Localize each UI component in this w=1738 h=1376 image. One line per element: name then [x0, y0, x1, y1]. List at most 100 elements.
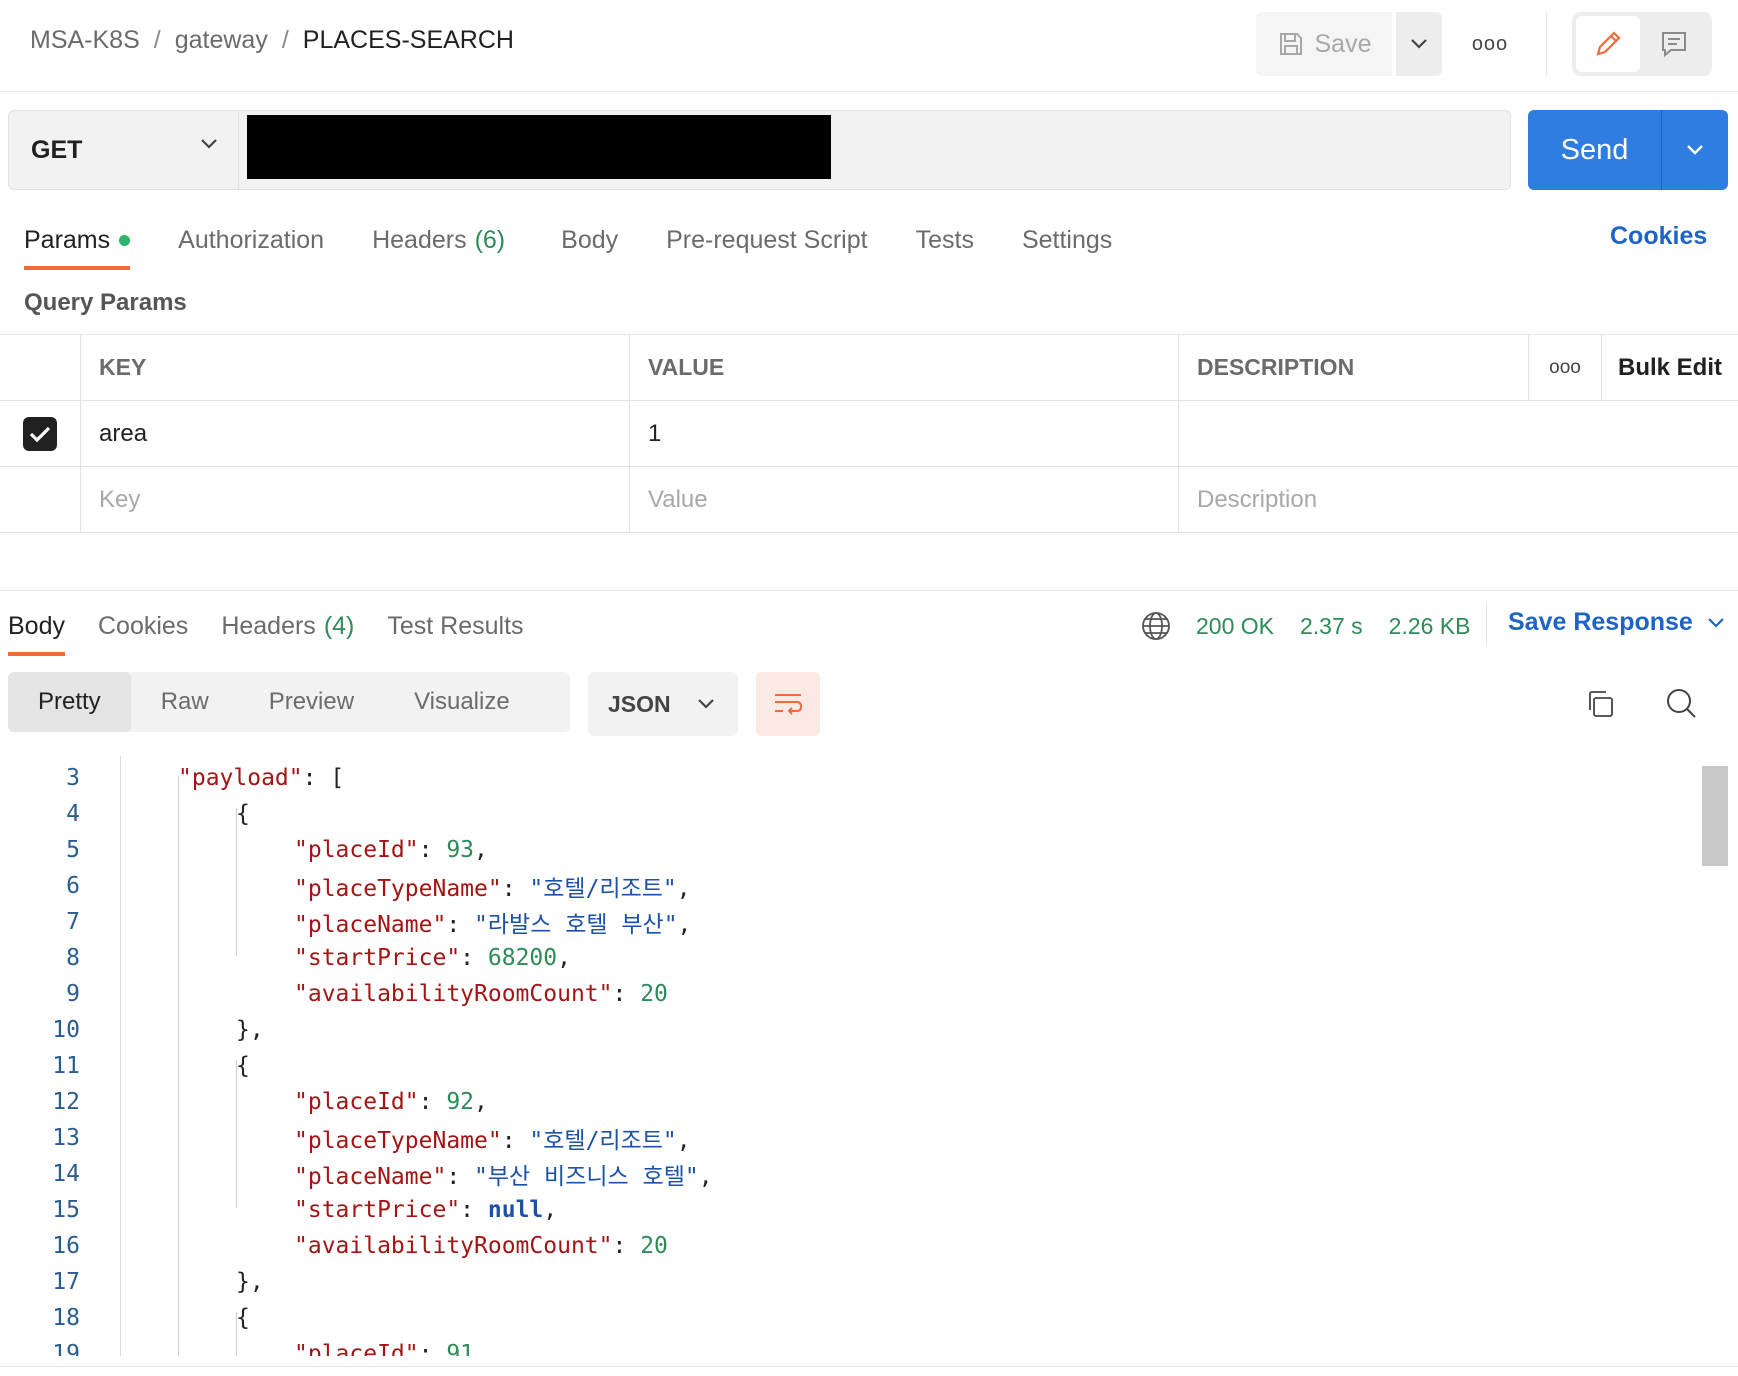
method-label: GET	[31, 135, 83, 164]
code-token: :	[418, 1341, 447, 1356]
code-line: 3 "payload": [	[0, 760, 1700, 796]
tab-label: Cookies	[97, 611, 189, 640]
response-size[interactable]: 2.26 KB	[1389, 613, 1471, 640]
code-token: :	[501, 1128, 530, 1154]
active-indicator-dot	[119, 234, 131, 246]
tab-prerequest-script[interactable]: Pre-request Script	[666, 222, 867, 258]
tab-params[interactable]: Params	[24, 222, 131, 270]
line-number: 3	[66, 765, 80, 791]
code-line: 9 "availabilityRoomCount": 20	[0, 976, 1700, 1012]
code-text: "placeName": "라발스 호텔 부산",	[294, 905, 691, 939]
tab-body[interactable]: Body	[561, 222, 618, 258]
new-key-field[interactable]: Key	[81, 467, 630, 532]
save-group: Save	[1256, 12, 1442, 76]
save-label: Save	[1314, 29, 1372, 58]
tab-label: Pre-request Script	[666, 225, 868, 254]
bulk-edit-button[interactable]: Bulk Edit	[1602, 335, 1738, 400]
tab-label: Headers	[372, 225, 467, 254]
code-line: 11 {	[0, 1048, 1700, 1084]
response-tabs: Body Cookies Headers (4) Test Results	[8, 608, 557, 656]
tab-tests[interactable]: Tests	[916, 222, 974, 258]
code-token: :	[501, 876, 530, 902]
response-body-editor[interactable]: 3 "payload": [4{5 "placeId": 93, 6 "placeTyp…	[0, 756, 1700, 1356]
code-token: "호텔/리조트"	[529, 876, 677, 902]
code-token: },	[236, 1269, 264, 1295]
code-token: : [	[302, 765, 345, 791]
breadcrumb-folder[interactable]: gateway	[175, 26, 268, 55]
code-token: 20	[640, 981, 668, 1007]
new-description-field[interactable]: Description	[1179, 467, 1738, 532]
code-line: 7 "placeName": "라발스 호텔 부산",	[0, 904, 1700, 940]
response-time[interactable]: 2.37 s	[1300, 613, 1363, 640]
code-line: 19 "placeId": 91	[0, 1336, 1700, 1356]
code-text: "placeId": 92,	[294, 1089, 488, 1115]
send-button[interactable]: Send	[1528, 110, 1662, 190]
param-enabled-checkbox[interactable]	[23, 416, 57, 451]
code-token: "라발스 호텔 부산"	[474, 912, 678, 938]
line-number: 17	[52, 1269, 80, 1295]
save-button[interactable]: Save	[1256, 12, 1392, 76]
search-icon[interactable]	[1664, 686, 1698, 720]
save-response-button[interactable]: Save Response	[1508, 608, 1725, 637]
breadcrumb-collection[interactable]: MSA-K8S	[30, 26, 140, 55]
comments-button[interactable]	[1640, 16, 1708, 72]
send-options-button[interactable]	[1662, 110, 1728, 190]
url-input[interactable]	[247, 115, 831, 179]
response-tab-body[interactable]: Body	[8, 608, 65, 656]
code-token: ,	[557, 945, 571, 971]
view-mode-preview[interactable]: Preview	[239, 672, 384, 732]
response-status[interactable]: 200 OK	[1196, 613, 1274, 640]
code-line: 15 "startPrice": null,	[0, 1192, 1700, 1228]
column-options-button[interactable]: ooo	[1529, 335, 1602, 400]
code-text: },	[236, 1017, 264, 1043]
code-token: "payload"	[178, 765, 303, 791]
params-table: KEY VALUE DESCRIPTION ooo Bulk Edit area…	[0, 334, 1738, 533]
line-number: 12	[52, 1089, 80, 1115]
view-mode-visualize[interactable]: Visualize	[384, 672, 540, 732]
code-token: "placeId"	[294, 1341, 419, 1356]
chevron-down-icon	[1411, 39, 1427, 49]
chevron-down-icon	[697, 699, 714, 709]
globe-icon[interactable]	[1140, 610, 1172, 642]
code-token: ,	[677, 912, 692, 938]
value-column-header: VALUE	[630, 335, 1179, 400]
language-select[interactable]: JSON	[588, 672, 738, 736]
response-tab-headers[interactable]: Headers (4)	[221, 608, 354, 644]
cookies-link[interactable]: Cookies	[1610, 222, 1707, 251]
breadcrumb-separator: /	[281, 26, 289, 54]
tab-label: Settings	[1021, 225, 1113, 254]
mode-toggle	[1572, 12, 1712, 76]
edit-mode-button[interactable]	[1576, 16, 1640, 72]
tab-authorization[interactable]: Authorization	[178, 222, 324, 258]
line-number: 9	[66, 981, 80, 1007]
code-text: "startPrice": null,	[294, 1197, 557, 1223]
key-column-header: KEY	[81, 335, 630, 400]
method-select[interactable]: GET	[9, 111, 239, 189]
breadcrumb-separator: /	[153, 26, 161, 54]
table-row-new: Key Value Description	[0, 467, 1738, 533]
editor-scrollbar[interactable]	[1700, 756, 1728, 1356]
code-token: {	[236, 801, 250, 827]
tab-headers[interactable]: Headers (6)	[372, 222, 505, 258]
response-tab-cookies[interactable]: Cookies	[98, 608, 188, 644]
code-text: "placeId": 93,	[294, 837, 488, 863]
wrap-lines-button[interactable]	[756, 672, 820, 736]
copy-icon[interactable]	[1584, 688, 1616, 720]
code-line: 17},	[0, 1264, 1700, 1300]
scrollbar-thumb[interactable]	[1702, 766, 1728, 866]
view-mode-pretty[interactable]: Pretty	[8, 672, 131, 732]
param-value-field[interactable]: 1	[630, 401, 1179, 466]
param-description-field[interactable]	[1179, 401, 1738, 466]
save-options-button[interactable]	[1396, 12, 1442, 76]
view-mode-raw[interactable]: Raw	[131, 672, 239, 732]
response-tab-test-results[interactable]: Test Results	[387, 608, 523, 644]
code-token: :	[612, 981, 641, 1007]
param-key-field[interactable]: area	[81, 401, 630, 466]
more-actions-button[interactable]: ooo	[1470, 26, 1510, 62]
code-line: 4{	[0, 796, 1700, 832]
new-value-field[interactable]: Value	[630, 467, 1179, 532]
request-title[interactable]: PLACES-SEARCH	[303, 26, 514, 55]
code-text: "payload": [	[178, 765, 344, 791]
tab-settings[interactable]: Settings	[1022, 222, 1112, 258]
code-token: 20	[640, 1233, 668, 1259]
